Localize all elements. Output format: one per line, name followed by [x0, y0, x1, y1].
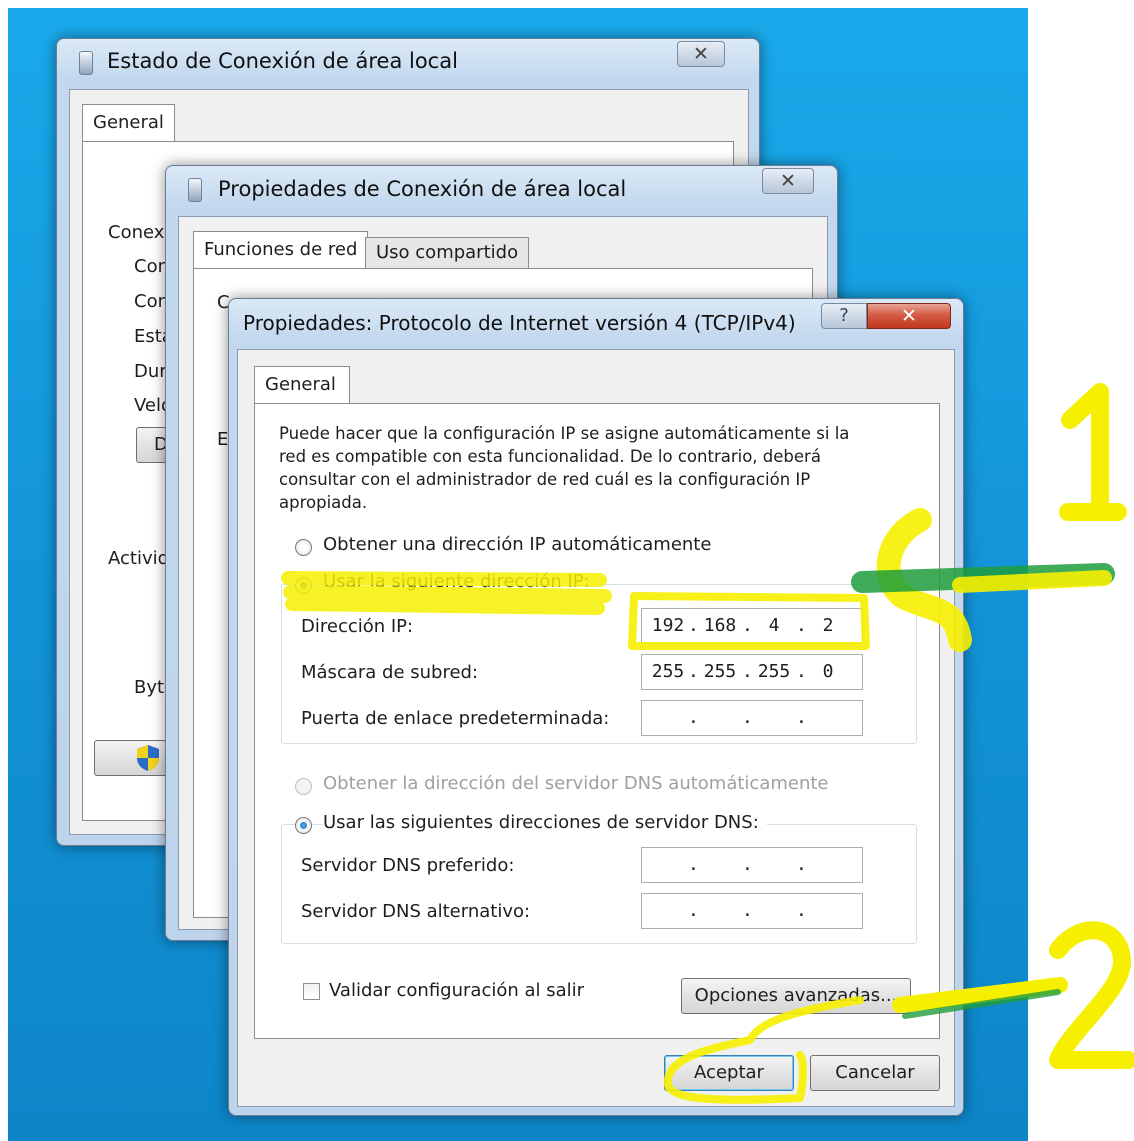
dns-auto-label[interactable]: Obtener la dirección del servidor DNS au…: [323, 773, 829, 794]
ip-auto-label[interactable]: Obtener una dirección IP automáticamente: [323, 534, 711, 555]
uac-shield-icon: [137, 745, 159, 771]
close-button[interactable]: ✕: [867, 303, 951, 329]
separator: .: [688, 900, 699, 921]
ip-address-field[interactable]: 192 . 168 . 4 . 2: [641, 608, 863, 644]
dns-manual-radio[interactable]: [295, 817, 312, 834]
octet[interactable]: 255: [700, 661, 740, 682]
octet[interactable]: 2: [808, 615, 848, 636]
window-title: Propiedades de Conexión de área local: [218, 177, 627, 201]
titlebar[interactable]: Estado de Conexión de área local ✕: [57, 39, 759, 83]
partial-label: Con: [134, 256, 169, 277]
description-line: apropiada.: [279, 493, 368, 512]
separator: .: [742, 661, 753, 682]
subnet-mask-label: Máscara de subred:: [301, 662, 479, 683]
validate-label[interactable]: Validar configuración al salir: [329, 980, 584, 1001]
tab-general[interactable]: General: [82, 104, 175, 142]
tab-general[interactable]: General: [254, 366, 350, 404]
separator: .: [742, 900, 753, 921]
octet[interactable]: 255: [754, 661, 794, 682]
network-icon: [188, 178, 202, 202]
description-line: red es compatible con esta funcionalidad…: [279, 447, 821, 466]
separator: .: [688, 615, 699, 636]
titlebar[interactable]: Propiedades: Protocolo de Internet versi…: [229, 299, 963, 343]
ip-address-label: Dirección IP:: [301, 616, 414, 637]
cancel-button[interactable]: Cancelar: [810, 1055, 940, 1091]
separator: .: [688, 661, 699, 682]
dns-auto-radio[interactable]: [295, 778, 312, 795]
window-title: Propiedades: Protocolo de Internet versi…: [243, 311, 796, 335]
separator: .: [688, 854, 699, 875]
partial-label: E: [217, 429, 229, 450]
octet[interactable]: 4: [754, 615, 794, 636]
titlebar[interactable]: Propiedades de Conexión de área local ✕: [166, 166, 837, 210]
help-button[interactable]: ?: [821, 303, 867, 329]
window-client-area: General Puede hacer que la configuración…: [237, 349, 955, 1107]
separator: .: [796, 854, 807, 875]
description-line: Puede hacer que la configuración IP se a…: [279, 424, 850, 443]
marker-2: [1049, 921, 1134, 1069]
bytes-label: Byt: [134, 677, 165, 698]
advanced-options-button[interactable]: Opciones avanzadas...: [681, 978, 911, 1014]
ip-auto-radio[interactable]: [295, 539, 312, 556]
octet[interactable]: 255: [648, 661, 688, 682]
separator: .: [796, 707, 807, 728]
description-line: consultar con el administrador de red cu…: [279, 470, 811, 489]
preferred-dns-label: Servidor DNS preferido:: [301, 855, 515, 876]
partial-label: Conexi: [108, 222, 170, 243]
separator: .: [688, 707, 699, 728]
octet[interactable]: 192: [648, 615, 688, 636]
gateway-label: Puerta de enlace predeterminada:: [301, 708, 610, 729]
preferred-dns-field[interactable]: . . .: [641, 847, 863, 883]
alternate-dns-label: Servidor DNS alternativo:: [301, 901, 531, 922]
partial-label: Con: [134, 291, 169, 312]
octet[interactable]: 0: [808, 661, 848, 682]
separator: .: [796, 900, 807, 921]
close-button[interactable]: ✕: [677, 41, 725, 67]
activity-label: Activid: [108, 548, 170, 569]
gateway-field[interactable]: . . .: [641, 700, 863, 736]
separator: .: [796, 615, 807, 636]
window-title: Estado de Conexión de área local: [107, 49, 458, 73]
separator: .: [742, 707, 753, 728]
ip-manual-radio[interactable]: [295, 577, 312, 594]
close-button[interactable]: ✕: [762, 168, 814, 194]
ok-button[interactable]: Aceptar: [664, 1055, 794, 1091]
dns-manual-label[interactable]: Usar las siguientes direcciones de servi…: [323, 812, 767, 833]
alternate-dns-field[interactable]: . . .: [641, 893, 863, 929]
network-icon: [79, 51, 93, 75]
tcpip-properties-dialog: Propiedades: Protocolo de Internet versi…: [228, 298, 964, 1116]
separator: .: [742, 615, 753, 636]
tab-network-functions[interactable]: Funciones de red: [193, 231, 369, 269]
tab-panel: Puede hacer que la configuración IP se a…: [254, 403, 940, 1039]
ip-manual-label[interactable]: Usar la siguiente dirección IP:: [323, 571, 596, 592]
tab-sharing[interactable]: Uso compartido: [365, 237, 530, 269]
subnet-mask-field[interactable]: 255 . 255 . 255 . 0: [641, 654, 863, 690]
partial-label: Dur: [134, 361, 167, 382]
separator: .: [796, 661, 807, 682]
separator: .: [742, 854, 753, 875]
octet[interactable]: 168: [700, 615, 740, 636]
marker-1: [1059, 383, 1127, 521]
validate-checkbox[interactable]: [303, 983, 320, 1000]
